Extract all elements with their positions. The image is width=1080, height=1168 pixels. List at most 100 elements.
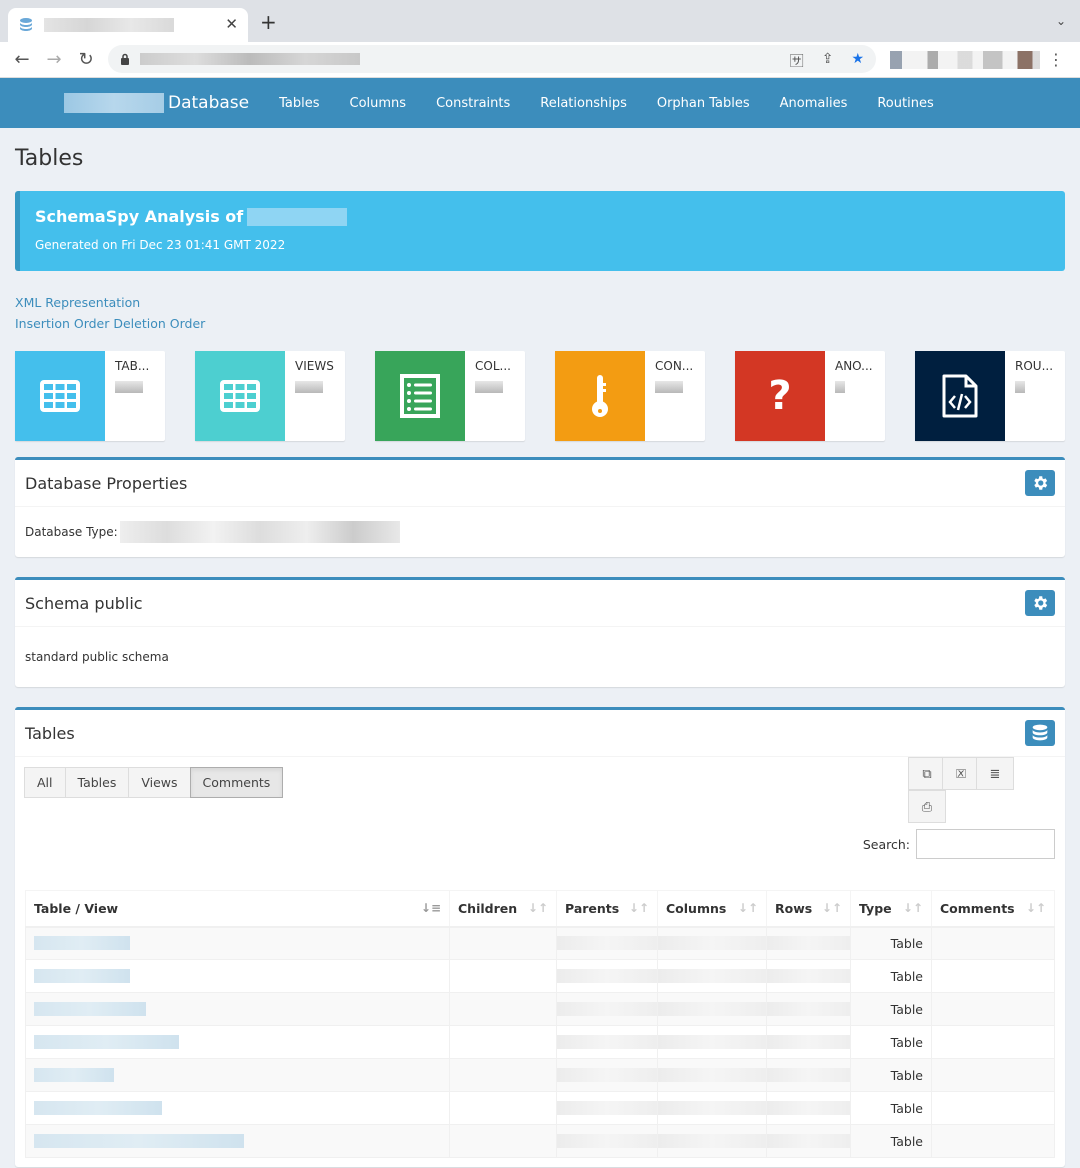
db-name-redacted — [247, 207, 348, 226]
infobox-tables[interactable]: TAB... — [15, 351, 165, 441]
filter-views[interactable]: Views — [128, 767, 191, 798]
sort-asc-icon[interactable]: ↓≡ — [421, 901, 441, 915]
copy-icon[interactable]: ⧉ — [908, 757, 946, 790]
table-name-redacted[interactable] — [34, 936, 130, 951]
rows-redacted — [767, 1002, 850, 1016]
table-name-redacted[interactable] — [34, 1002, 146, 1016]
infobox-routines[interactable]: ROU... — [915, 351, 1065, 441]
key-icon — [592, 375, 608, 417]
table-name-redacted[interactable] — [34, 1068, 114, 1082]
excel-icon[interactable]: 🗵 — [942, 757, 980, 790]
table-name-redacted[interactable] — [34, 1134, 244, 1148]
table-icon — [220, 380, 260, 412]
infobox-label: COL... — [475, 359, 511, 373]
filter-all[interactable]: All — [24, 767, 66, 798]
sort-icon[interactable]: ↓↑ — [629, 901, 649, 915]
col-type[interactable]: Type ↓↑ — [850, 890, 932, 928]
database-properties-box: Database Properties Database Type: — [15, 457, 1065, 557]
new-tab-button[interactable]: + — [260, 12, 277, 32]
brand-link[interactable]: Database — [168, 93, 249, 113]
search-label: Search: — [862, 836, 910, 852]
type-cell: Table — [850, 926, 932, 960]
table-name-redacted[interactable] — [34, 1035, 179, 1049]
comments-cell — [931, 1124, 1055, 1158]
sort-icon[interactable]: ↓↑ — [738, 901, 758, 915]
col-parents[interactable]: Parents ↓↑ — [556, 890, 658, 928]
schema-box: Schema public standard public schema — [15, 577, 1065, 687]
rows-redacted — [767, 1134, 850, 1148]
gear-icon[interactable] — [1025, 590, 1055, 616]
filter-tables[interactable]: Tables — [64, 767, 130, 798]
infobox-label: TAB... — [115, 359, 150, 373]
rows-redacted — [767, 1068, 850, 1082]
reload-icon[interactable]: ↻ — [74, 49, 98, 70]
nav-routines[interactable]: Routines — [877, 96, 933, 111]
infobox-constraints[interactable]: CON... — [555, 351, 705, 441]
browser-tab[interactable]: ✕ — [8, 8, 248, 42]
infobox-count-redacted — [475, 381, 503, 393]
export-buttons: ⧉ 🗵 ≣ ⎙ — [908, 757, 1022, 823]
infobox-count-redacted — [655, 381, 683, 393]
nav-columns[interactable]: Columns — [350, 96, 407, 111]
nav-constraints[interactable]: Constraints — [436, 96, 510, 111]
table-row[interactable]: Table — [25, 992, 1055, 1026]
nav-tables[interactable]: Tables — [279, 96, 319, 111]
gear-icon[interactable] — [1025, 470, 1055, 496]
nav-relationships[interactable]: Relationships — [540, 96, 627, 111]
nav-orphan-tables[interactable]: Orphan Tables — [657, 96, 750, 111]
columns-redacted — [658, 1134, 766, 1148]
col-children[interactable]: Children ↓↑ — [449, 890, 557, 928]
generated-date: Generated on Fri Dec 23 01:41 GMT 2022 — [35, 238, 286, 252]
table-row[interactable]: Table — [25, 959, 1055, 993]
database-type-label: Database Type: — [25, 525, 118, 539]
back-icon[interactable]: ← — [10, 49, 34, 70]
col-comments[interactable]: Comments ↓↑ — [931, 890, 1055, 928]
sort-icon[interactable]: ↓↑ — [822, 901, 842, 915]
table-row[interactable]: Table — [25, 926, 1055, 960]
parents-redacted — [557, 1002, 657, 1016]
database-icon[interactable] — [1025, 720, 1055, 746]
table-row[interactable]: Table — [25, 1058, 1055, 1092]
type-cell: Table — [850, 1025, 932, 1059]
col-rows[interactable]: Rows ↓↑ — [766, 890, 851, 928]
infobox-anomalies[interactable]: ? ANO... — [735, 351, 885, 441]
share-icon[interactable]: ⇪ — [822, 51, 834, 71]
csv-icon[interactable]: ≣ — [976, 757, 1014, 790]
translate-icon[interactable]: 🈂 — [790, 51, 804, 71]
sort-icon[interactable]: ↓↑ — [1026, 901, 1046, 915]
search-input[interactable] — [916, 829, 1055, 859]
table-icon — [40, 380, 80, 412]
database-type-redacted — [119, 521, 400, 543]
summary-boxes: TAB... VIEWS COL... CON... ? ANO... ROU.… — [15, 351, 1065, 441]
chevron-down-icon[interactable]: ⌄ — [1056, 14, 1066, 28]
pdf-icon[interactable]: ⎙ — [908, 790, 946, 823]
table-name-redacted[interactable] — [34, 1101, 162, 1115]
schema-description: standard public schema — [25, 650, 169, 664]
sort-icon[interactable]: ↓↑ — [528, 901, 548, 915]
table-name-redacted[interactable] — [34, 969, 130, 983]
infobox-columns[interactable]: COL... — [375, 351, 525, 441]
insertion-deletion-order-link[interactable]: Insertion Order Deletion Order — [15, 314, 205, 334]
table-row[interactable]: Table — [25, 1124, 1055, 1158]
infobox-count-redacted — [1015, 381, 1025, 393]
forward-icon[interactable]: → — [42, 49, 66, 70]
sort-icon[interactable]: ↓↑ — [903, 901, 923, 915]
table-row[interactable]: Table — [25, 1025, 1055, 1059]
kebab-icon[interactable]: ⋮ — [1048, 50, 1064, 69]
xml-link[interactable]: XML Representation — [15, 293, 140, 313]
infobox-label: ANO... — [835, 359, 873, 373]
extensions-redacted[interactable] — [890, 51, 1040, 69]
infobox-count-redacted — [115, 381, 143, 393]
address-bar[interactable]: 🈂 ⇪ ★ — [108, 45, 876, 73]
infobox-views[interactable]: VIEWS — [195, 351, 345, 441]
close-icon[interactable]: ✕ — [225, 15, 238, 33]
tables-box: Tables All Tables Views Comments ⧉ 🗵 ≣ ⎙ Se… — [15, 707, 1065, 1167]
nav-anomalies[interactable]: Anomalies — [780, 96, 848, 111]
table-row[interactable]: Table — [25, 1091, 1055, 1125]
callout-title: SchemaSpy Analysis of — [35, 207, 244, 226]
top-navbar: Database Tables Columns Constraints Rela… — [0, 78, 1080, 128]
col-columns[interactable]: Columns ↓↑ — [657, 890, 767, 928]
filter-comments[interactable]: Comments — [189, 767, 284, 798]
star-icon[interactable]: ★ — [851, 51, 864, 71]
col-table-view[interactable]: Table / View ↓≡ — [25, 890, 450, 928]
